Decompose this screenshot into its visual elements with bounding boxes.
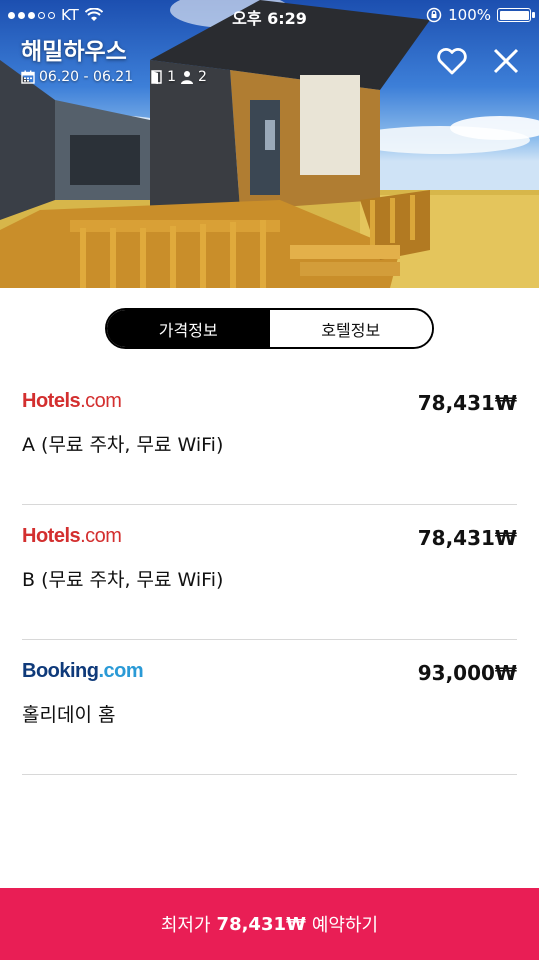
provider-logo: Booking.com	[22, 660, 144, 683]
status-right: 100%	[426, 6, 535, 24]
calendar-icon	[21, 70, 35, 84]
offer-row[interactable]: Booking.com 93,000₩ 홀리데이 홈	[22, 640, 517, 775]
hotel-meta: 06.20 - 06.21 1 2	[21, 69, 207, 85]
battery-icon	[497, 8, 535, 22]
book-suffix: 예약하기	[311, 915, 379, 936]
info-tabs: 가격정보 호텔정보	[105, 308, 434, 349]
room-description: A (무료 주차, 무료 WiFi)	[22, 434, 224, 456]
provider-name: Hotels	[22, 525, 81, 547]
lock-rotation-icon	[426, 7, 442, 23]
offer-row[interactable]: Hotels.com 78,431₩ B (무료 주차, 무료 WiFi)	[22, 505, 517, 640]
door-icon	[151, 70, 162, 84]
provider-suffix: .com	[80, 390, 122, 412]
heart-icon[interactable]	[435, 44, 469, 78]
tab-hotel-info[interactable]: 호텔정보	[269, 310, 432, 347]
book-prefix: 최저가	[160, 915, 211, 936]
book-price: 78,431₩	[216, 913, 306, 935]
hero-image: KT 오후 6:29 100% 해밀하우스 06.20 - 06.21 1 2	[0, 0, 539, 288]
offer-row[interactable]: Hotels.com 78,431₩ A (무료 주차, 무료 WiFi)	[22, 370, 517, 505]
close-icon[interactable]	[489, 44, 523, 78]
person-icon	[181, 71, 194, 84]
tab-price-info[interactable]: 가격정보	[107, 310, 270, 347]
stay-dates: 06.20 - 06.21	[39, 69, 134, 85]
provider-name: Hotels	[22, 390, 81, 412]
provider-logo: Hotels.com	[22, 525, 122, 548]
offer-price: 78,431₩	[417, 526, 517, 550]
hotel-title: 해밀하우스	[21, 39, 127, 65]
guest-count: 2	[198, 69, 207, 85]
provider-logo: Hotels.com	[22, 390, 122, 413]
status-bar: KT 오후 6:29 100%	[0, 0, 539, 30]
battery-label: 100%	[448, 6, 491, 24]
room-description: 홀리데이 홈	[22, 704, 116, 726]
offer-price: 78,431₩	[417, 391, 517, 415]
book-lowest-price-button[interactable]: 최저가 78,431₩ 예약하기	[0, 888, 539, 960]
provider-suffix: .com	[80, 525, 122, 547]
room-description: B (무료 주차, 무료 WiFi)	[22, 569, 224, 591]
provider-name: Booking	[22, 660, 99, 682]
offer-price: 93,000₩	[417, 661, 517, 685]
room-count: 1	[167, 69, 177, 85]
provider-suffix: .com	[98, 660, 144, 682]
